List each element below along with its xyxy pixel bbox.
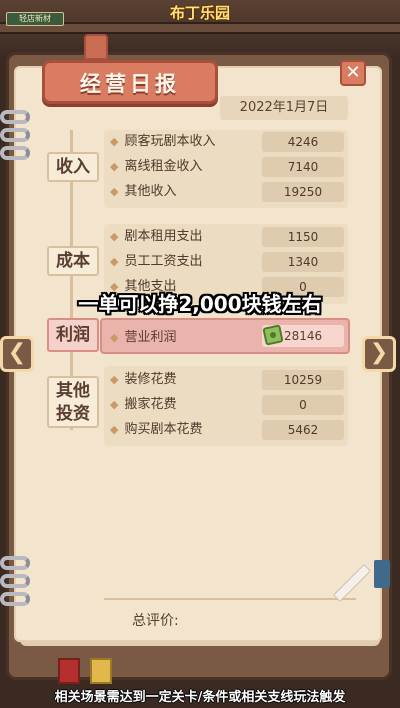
game-title: 布丁乐园 xyxy=(169,4,230,22)
diamond-icon: ◆ xyxy=(110,373,119,386)
income-item-label: ◆ 其他收入 xyxy=(110,184,177,199)
invest-item-value: 10259 xyxy=(262,370,344,390)
footer-note: 相关场景需达到一定关卡/条件或相关支线玩法触发 xyxy=(54,690,346,705)
income-item-label: ◆ 顾客玩剧本收入 xyxy=(110,134,216,149)
ribbon-knot xyxy=(84,34,108,60)
binder-ring xyxy=(0,110,30,124)
profit-item-label: ◆ 营业利润 xyxy=(110,330,177,345)
invest-label-line2: 投资 xyxy=(56,404,90,424)
invest-item-value: 0 xyxy=(262,395,344,415)
cost-label: 成本 xyxy=(47,246,99,276)
evaluation-label: 总评价: xyxy=(132,613,179,629)
income-item-value: 7140 xyxy=(262,157,344,177)
binder-ring xyxy=(0,592,30,606)
binder-ring xyxy=(0,128,30,142)
invest-item-label: ◆ 搬家花费 xyxy=(110,397,177,412)
diamond-icon: ◆ xyxy=(110,398,119,411)
diamond-icon: ◆ xyxy=(110,160,119,173)
next-page-button[interactable]: ❯ xyxy=(362,336,396,372)
income-item-label: ◆ 离线租金收入 xyxy=(110,159,203,174)
bookmark-tab-red xyxy=(58,658,80,684)
video-caption: 一单可以挣2,000块钱左右 xyxy=(78,292,322,316)
cost-item-value: 1340 xyxy=(262,252,344,272)
report-date: 2022年1月7日 xyxy=(220,96,348,120)
income-item-value: 19250 xyxy=(262,182,344,202)
close-button[interactable]: ✕ xyxy=(340,60,366,86)
diamond-icon: ◆ xyxy=(110,255,119,268)
bookmark-tab-yellow xyxy=(90,658,112,684)
cost-item-label: ◆ 剧本租用支出 xyxy=(110,229,203,244)
ledger-title: 经营日报 xyxy=(80,72,180,96)
money-icon xyxy=(262,324,284,346)
diamond-icon: ◆ xyxy=(110,135,119,148)
invest-item-label: ◆ 装修花费 xyxy=(110,372,177,387)
diamond-icon: ◆ xyxy=(110,230,119,243)
binder-ring xyxy=(0,146,30,160)
diamond-icon: ◆ xyxy=(110,185,119,198)
prev-page-button[interactable]: ❮ xyxy=(0,336,34,372)
income-item-value: 4246 xyxy=(262,132,344,152)
invest-item-label: ◆ 购买剧本花费 xyxy=(110,422,203,437)
diamond-icon: ◆ xyxy=(110,423,119,436)
invest-label: 其他 投资 xyxy=(47,376,99,428)
diamond-icon: ◆ xyxy=(110,331,119,344)
binder-ring xyxy=(0,574,30,588)
profit-label: 利润 xyxy=(47,318,99,352)
binder-ring xyxy=(0,556,30,570)
cost-item-value: 1150 xyxy=(262,227,344,247)
cost-item-label: ◆ 员工工资支出 xyxy=(110,254,203,269)
bookmark-icon xyxy=(374,560,390,588)
invest-item-value: 5462 xyxy=(262,420,344,440)
income-label: 收入 xyxy=(47,152,99,182)
invest-label-line1: 其他 xyxy=(56,381,90,401)
